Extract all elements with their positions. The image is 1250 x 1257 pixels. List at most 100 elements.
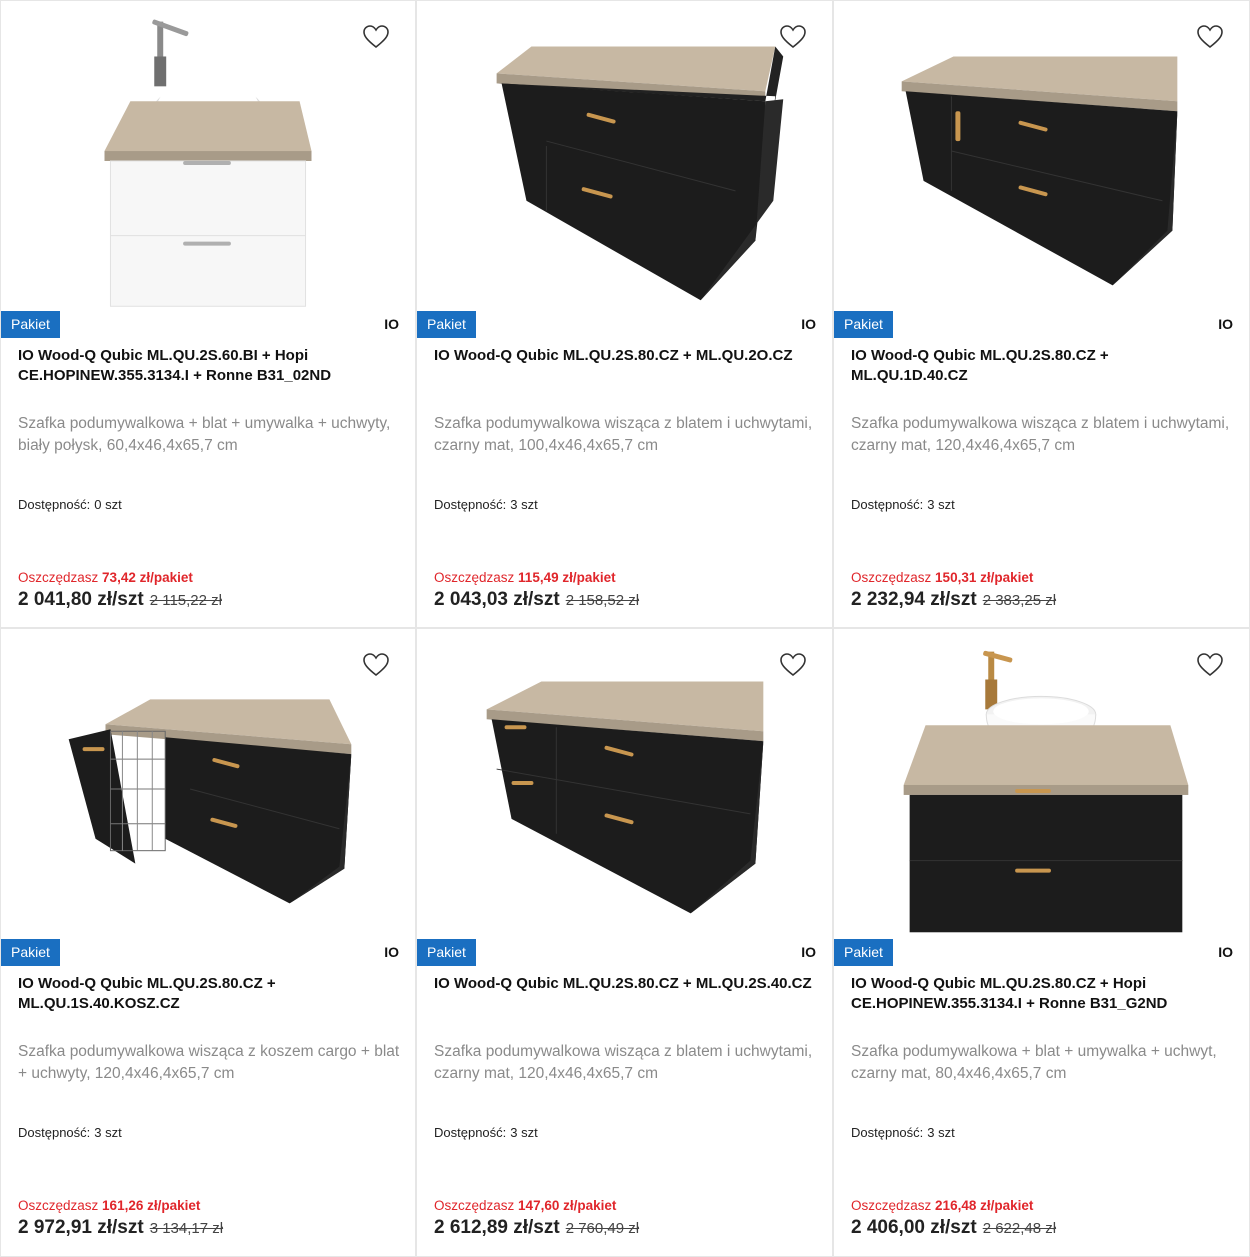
availability-label: Dostępność: [434,1125,507,1140]
black-cabinet-drawers-image [486,681,764,914]
savings-value: 115,49 zł/pakiet [518,570,616,585]
savings: Oszczędzasz 161,26 zł/pakiet [18,1198,200,1213]
product-grid: Pakiet IO IO Wood-Q Qubic ML.QU.2S.60.BI… [0,0,1250,1257]
black-cabinet-cargo-image [68,699,352,904]
heart-outline-icon[interactable] [363,653,389,677]
savings-label: Oszczędzasz [851,1198,932,1213]
white-cabinet-image [104,19,312,307]
product-card[interactable]: Pakiet IO IO Wood-Q Qubic ML.QU.2S.80.CZ… [416,628,833,1257]
savings-label: Oszczędzasz [18,570,99,585]
product-image[interactable] [417,1,832,311]
product-description: Szafka podumywalkowa wisząca z blatem i … [851,415,1230,454]
product-card[interactable]: Pakiet IO IO Wood-Q Qubic ML.QU.2S.80.CZ… [833,628,1250,1257]
old-price: 2 622,48 zł [982,1220,1057,1237]
price: 2 406,00 zł/szt 2 622,48 zł [851,1217,1056,1239]
product-description: Szafka podumywalkowa + blat + umywalka +… [851,1043,1217,1082]
product-description: Szafka podumywalkowa wisząca z koszem ca… [18,1043,400,1082]
savings-label: Oszczędzasz [18,1198,99,1213]
package-badge: Pakiet [834,939,893,966]
brand-label: IO [1218,316,1233,332]
old-price: 3 134,17 zł [149,1220,224,1237]
availability-label: Dostępność: [851,1125,924,1140]
product-card[interactable]: Pakiet IO IO Wood-Q Qubic ML.QU.2S.80.CZ… [833,0,1250,628]
old-price: 2 383,25 zł [982,592,1057,609]
availability-label: Dostępność: [434,497,507,512]
current-price: 2 232,94 zł/szt [851,589,977,610]
product-title[interactable]: IO Wood-Q Qubic ML.QU.2S.80.CZ + ML.QU.2… [434,974,812,994]
availability-value: 3 szt [94,1125,122,1140]
package-badge: Pakiet [834,311,893,338]
product-image[interactable] [417,629,832,939]
old-price: 2 760,49 zł [565,1220,640,1237]
savings-value: 216,48 zł/pakiet [935,1198,1034,1213]
current-price: 2 612,89 zł/szt [434,1217,560,1238]
availability-value: 0 szt [94,497,122,512]
product-title[interactable]: IO Wood-Q Qubic ML.QU.2S.80.CZ + ML.QU.1… [851,346,1229,386]
black-cabinet-basin-image [903,650,1189,933]
availability: Dostępność: 3 szt [851,1125,955,1140]
availability-label: Dostępność: [18,1125,91,1140]
savings-value: 147,60 zł/pakiet [518,1198,617,1213]
brand-label: IO [384,316,399,332]
heart-outline-icon[interactable] [363,25,389,49]
product-title[interactable]: IO Wood-Q Qubic ML.QU.2S.60.BI + Hopi CE… [18,346,395,386]
price: 2 972,91 zł/szt 3 134,17 zł [18,1217,223,1239]
savings-label: Oszczędzasz [434,570,515,585]
package-badge: Pakiet [1,311,60,338]
product-description: Szafka podumywalkowa wisząca z blatem i … [434,1043,813,1082]
availability-value: 3 szt [927,1125,955,1140]
brand-label: IO [384,944,399,960]
product-title[interactable]: IO Wood-Q Qubic ML.QU.2S.80.CZ + Hopi CE… [851,974,1229,1014]
package-badge: Pakiet [417,939,476,966]
price: 2 041,80 zł/szt 2 115,22 zł [18,589,222,611]
product-image[interactable] [1,629,415,939]
availability-label: Dostępność: [851,497,924,512]
availability: Dostępność: 3 szt [18,1125,122,1140]
availability-label: Dostępność: [18,497,91,512]
product-description: Szafka podumywalkowa + blat + umywalka +… [18,415,391,454]
black-cabinet-shelf-image [496,46,784,301]
savings: Oszczędzasz 150,31 zł/pakiet [851,570,1033,585]
product-title[interactable]: IO Wood-Q Qubic ML.QU.2S.80.CZ + ML.QU.2… [434,346,812,366]
price: 2 043,03 zł/szt 2 158,52 zł [434,589,639,611]
savings: Oszczędzasz 115,49 zł/pakiet [434,570,616,585]
availability: Dostępność: 0 szt [18,497,122,512]
savings: Oszczędzasz 216,48 zł/pakiet [851,1198,1033,1213]
brand-label: IO [801,316,816,332]
savings-value: 161,26 zł/pakiet [102,1198,201,1213]
product-card[interactable]: Pakiet IO IO Wood-Q Qubic ML.QU.2S.80.CZ… [416,0,833,628]
availability: Dostępność: 3 szt [434,1125,538,1140]
product-image[interactable] [834,1,1249,311]
savings-value: 150,31 zł/pakiet [935,570,1034,585]
current-price: 2 043,03 zł/szt [434,589,560,610]
product-description: Szafka podumywalkowa wisząca z blatem i … [434,415,813,454]
product-image[interactable] [1,1,415,311]
product-card[interactable]: Pakiet IO IO Wood-Q Qubic ML.QU.2S.60.BI… [0,0,416,628]
black-cabinet-door-image [901,56,1178,286]
product-image[interactable] [834,629,1249,939]
savings-value: 73,42 zł/pakiet [102,570,193,585]
old-price: 2 115,22 zł [149,592,222,609]
product-card[interactable]: Pakiet IO IO Wood-Q Qubic ML.QU.2S.80.CZ… [0,628,416,1257]
savings: Oszczędzasz 147,60 zł/pakiet [434,1198,616,1213]
savings-label: Oszczędzasz [851,570,932,585]
old-price: 2 158,52 zł [565,592,640,609]
availability-value: 3 szt [510,1125,538,1140]
heart-outline-icon[interactable] [1197,25,1223,49]
package-badge: Pakiet [417,311,476,338]
price: 2 232,94 zł/szt 2 383,25 zł [851,589,1056,611]
availability-value: 3 szt [927,497,955,512]
availability: Dostępność: 3 szt [434,497,538,512]
heart-outline-icon[interactable] [1197,653,1223,677]
savings-label: Oszczędzasz [434,1198,515,1213]
brand-label: IO [1218,944,1233,960]
savings: Oszczędzasz 73,42 zł/pakiet [18,570,193,585]
availability-value: 3 szt [510,497,538,512]
product-title[interactable]: IO Wood-Q Qubic ML.QU.2S.80.CZ + ML.QU.1… [18,974,395,1014]
heart-outline-icon[interactable] [780,25,806,49]
availability: Dostępność: 3 szt [851,497,955,512]
current-price: 2 406,00 zł/szt [851,1217,977,1238]
current-price: 2 041,80 zł/szt [18,589,144,610]
brand-label: IO [801,944,816,960]
heart-outline-icon[interactable] [780,653,806,677]
